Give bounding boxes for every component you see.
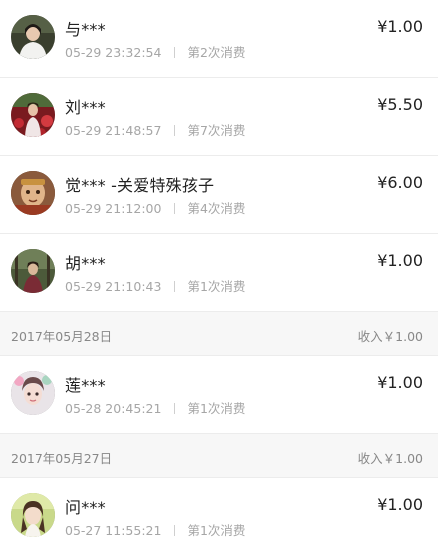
transaction-time: 05-29 21:12:00	[65, 201, 162, 216]
transaction-meta: 05-29 21:10:43 第1次消费	[65, 276, 245, 295]
customer-name: 觉*** -关爱特殊孩子	[65, 176, 215, 195]
date-group-header: 2017年05月27日 收入￥1.00	[0, 434, 438, 478]
meta-divider	[174, 203, 176, 214]
group-date: 2017年05月28日	[11, 329, 113, 344]
avatar	[11, 493, 55, 537]
transaction-row[interactable]: 莲*** 05-28 20:45:21 第1次消费 ¥1.00	[0, 356, 438, 434]
purchase-count: 第1次消费	[187, 523, 246, 538]
transaction-time: 05-29 23:32:54	[65, 45, 162, 60]
purchase-count: 第1次消费	[187, 279, 246, 294]
customer-name: 问***	[65, 498, 106, 517]
date-group-header: 2017年05月28日 收入￥1.00	[0, 312, 438, 356]
group-income: 收入￥1.00	[357, 329, 423, 344]
avatar	[11, 371, 55, 415]
avatar	[11, 15, 55, 59]
transaction-row[interactable]: 胡*** 05-29 21:10:43 第1次消费 ¥1.00	[0, 234, 438, 312]
purchase-count: 第4次消费	[187, 201, 246, 216]
customer-name: 与***	[65, 20, 106, 39]
transaction-row[interactable]: 问*** 05-27 11:55:21 第1次消费 ¥1.00	[0, 478, 438, 556]
customer-name: 莲***	[65, 376, 106, 395]
transaction-amount: ¥1.00	[377, 17, 423, 36]
meta-divider	[174, 525, 176, 536]
transaction-amount: ¥1.00	[377, 251, 423, 270]
transaction-row[interactable]: 觉*** -关爱特殊孩子 05-29 21:12:00 第4次消费 ¥6.00	[0, 156, 438, 234]
transaction-meta: 05-29 21:12:00 第4次消费	[65, 198, 245, 217]
avatar	[11, 93, 55, 137]
purchase-count: 第1次消费	[187, 401, 246, 416]
transaction-meta: 05-29 23:32:54 第2次消费	[65, 42, 245, 61]
transaction-meta: 05-27 11:55:21 第1次消费	[65, 520, 245, 539]
avatar	[11, 249, 55, 293]
transaction-time: 05-29 21:48:57	[65, 123, 162, 138]
transaction-meta: 05-29 21:48:57 第7次消费	[65, 120, 245, 139]
meta-divider	[174, 125, 176, 136]
meta-divider	[174, 47, 176, 58]
transaction-time: 05-29 21:10:43	[65, 279, 162, 294]
group-income: 收入￥1.00	[357, 451, 423, 466]
meta-divider	[174, 281, 176, 292]
transaction-row[interactable]: 与*** 05-29 23:32:54 第2次消费 ¥1.00	[0, 0, 438, 78]
transaction-time: 05-28 20:45:21	[65, 401, 162, 416]
transaction-time: 05-27 11:55:21	[65, 523, 162, 538]
customer-name: 刘***	[65, 98, 106, 117]
meta-divider	[174, 403, 176, 414]
transaction-list: 与*** 05-29 23:32:54 第2次消费 ¥1.00 刘*** 05-2…	[0, 0, 438, 556]
customer-name: 胡***	[65, 254, 106, 273]
group-date: 2017年05月27日	[11, 451, 113, 466]
transaction-amount: ¥6.00	[377, 173, 423, 192]
transaction-amount: ¥1.00	[377, 495, 423, 514]
transaction-amount: ¥5.50	[377, 95, 423, 114]
avatar	[11, 171, 55, 215]
purchase-count: 第7次消费	[187, 123, 246, 138]
purchase-count: 第2次消费	[187, 45, 246, 60]
transaction-amount: ¥1.00	[377, 373, 423, 392]
transaction-meta: 05-28 20:45:21 第1次消费	[65, 398, 245, 417]
transaction-row[interactable]: 刘*** 05-29 21:48:57 第7次消费 ¥5.50	[0, 78, 438, 156]
